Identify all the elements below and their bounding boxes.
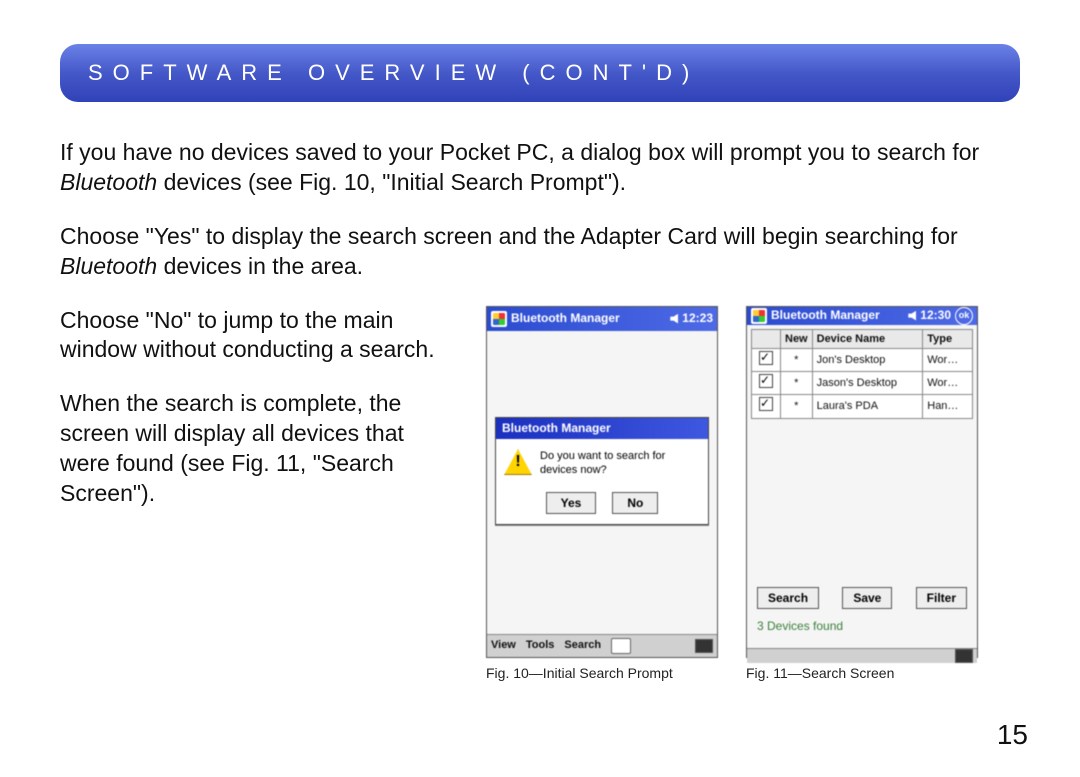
table-row[interactable]: * Jason's Desktop Wor… — [752, 372, 973, 395]
search-button[interactable]: Search — [757, 587, 819, 609]
dialog-text: Do you want to search for devices now? — [540, 449, 700, 478]
no-button[interactable]: No — [612, 492, 658, 514]
fig11-menubar — [747, 648, 977, 663]
paragraph-1: If you have no devices saved to your Poc… — [60, 138, 1020, 198]
speaker-icon[interactable] — [670, 314, 678, 324]
warning-icon — [504, 449, 532, 475]
filter-button[interactable]: Filter — [916, 587, 967, 609]
save-button[interactable]: Save — [842, 587, 892, 609]
paragraph-4: When the search is complete, the screen … — [60, 389, 460, 509]
dialog-title: Bluetooth Manager — [496, 418, 708, 440]
menu-tools[interactable]: Tools — [526, 638, 555, 652]
paragraph-2: Choose "Yes" to display the search scree… — [60, 222, 1020, 282]
device-table: New Device Name Type * Jon's Desktop Wor… — [751, 329, 973, 419]
p2-c: devices in the area. — [157, 253, 363, 279]
menu-view[interactable]: View — [491, 638, 516, 652]
start-icon[interactable] — [491, 311, 507, 327]
p1-bluetooth: Bluetooth — [60, 169, 157, 195]
checkbox-icon[interactable] — [759, 374, 773, 388]
figure-11: Bluetooth Manager 12:30 ok New Device Na… — [746, 306, 976, 682]
fig11-caption: Fig. 11—Search Screen — [746, 664, 976, 682]
ok-button-icon[interactable]: ok — [955, 307, 973, 325]
p2-a: Choose "Yes" to display the search scree… — [60, 223, 958, 249]
status-text: 3 Devices found — [751, 609, 973, 645]
speaker-icon[interactable] — [908, 311, 916, 321]
fig10-menubar: View Tools Search — [487, 634, 717, 657]
figure-10: Bluetooth Manager 12:23 Bluetooth Manage… — [486, 306, 716, 682]
start-icon[interactable] — [751, 308, 767, 324]
fig10-titlebar: Bluetooth Manager 12:23 — [487, 307, 717, 331]
search-prompt-dialog: Bluetooth Manager Do you want to search … — [495, 417, 709, 525]
yes-button[interactable]: Yes — [546, 492, 597, 514]
sip-icon[interactable] — [955, 649, 973, 663]
col-check — [752, 329, 781, 348]
p1-a: If you have no devices saved to your Poc… — [60, 139, 979, 165]
table-row[interactable]: * Jon's Desktop Wor… — [752, 348, 973, 371]
col-name: Device Name — [812, 329, 923, 348]
section-header: SOFTWARE OVERVIEW (CONT'D) — [60, 44, 1020, 102]
col-type: Type — [923, 329, 973, 348]
checkbox-icon[interactable] — [759, 397, 773, 411]
page-number: 15 — [997, 719, 1028, 751]
p2-bluetooth: Bluetooth — [60, 253, 157, 279]
keyboard-icon[interactable] — [611, 638, 631, 654]
fig11-clock: 12:30 — [920, 308, 951, 324]
fig11-titlebar: Bluetooth Manager 12:30 ok — [747, 307, 977, 325]
checkbox-icon[interactable] — [759, 351, 773, 365]
col-new: New — [781, 329, 813, 348]
sip-icon[interactable] — [695, 639, 713, 653]
menu-search[interactable]: Search — [564, 638, 601, 652]
paragraph-3: Choose "No" to jump to the main window w… — [60, 306, 460, 366]
fig10-app-title: Bluetooth Manager — [511, 311, 666, 327]
section-title: SOFTWARE OVERVIEW (CONT'D) — [88, 60, 699, 85]
fig10-clock: 12:23 — [682, 311, 713, 327]
table-row[interactable]: * Laura's PDA Han… — [752, 395, 973, 418]
p1-c: devices (see Fig. 10, "Initial Search Pr… — [157, 169, 626, 195]
fig10-caption: Fig. 10—Initial Search Prompt — [486, 664, 716, 682]
fig11-app-title: Bluetooth Manager — [771, 308, 904, 324]
